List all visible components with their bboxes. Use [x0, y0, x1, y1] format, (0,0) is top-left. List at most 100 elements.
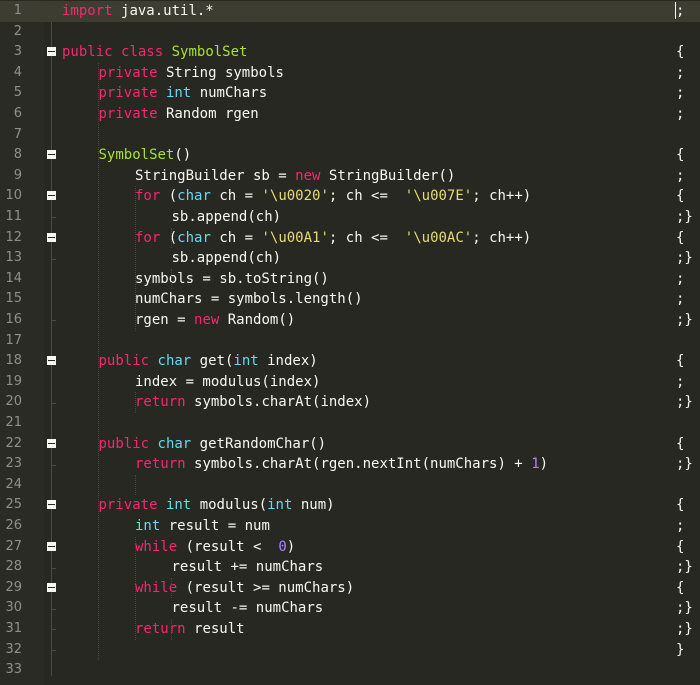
text-caret: [675, 2, 676, 19]
code-line[interactable]: 30 result -= numChars;}: [0, 598, 700, 619]
code-line[interactable]: 24: [0, 475, 700, 496]
code-line[interactable]: 32}: [0, 640, 700, 661]
code-text: symbols = sb.toString(): [135, 270, 329, 287]
line-terminator: ;}: [676, 456, 693, 473]
code-line[interactable]: 31 return result;}: [0, 619, 700, 640]
line-terminator: ;: [676, 3, 685, 19]
fold-rail-tick: [51, 649, 56, 651]
code-line[interactable]: 10 for (char ch = '\u0020'; ch <= '\u007E…: [0, 186, 700, 207]
code-line[interactable]: 29 while (result >= numChars) {: [0, 578, 700, 599]
line-terminator: ;: [676, 270, 685, 287]
line-terminator: ;}: [676, 250, 693, 267]
code-line[interactable]: 15 numChars = symbols.length();: [0, 289, 700, 310]
line-terminator: ;}: [676, 209, 693, 225]
line-number: 20: [5, 394, 22, 410]
code-text: return symbols.charAt(rgen.nextInt(numCh…: [135, 456, 549, 473]
code-line[interactable]: 28 result += numChars;}: [0, 557, 700, 578]
code-text: return symbols.charAt(index): [135, 394, 372, 411]
indent-guide: [171, 577, 172, 599]
fold-toggle-icon[interactable]: [47, 47, 56, 57]
fold-toggle-icon[interactable]: [47, 356, 56, 366]
code-line[interactable]: 27 while (result < 0) {: [0, 537, 700, 558]
code-line[interactable]: 12 for (char ch = '\u00A1'; ch <= '\u00AC…: [0, 228, 700, 249]
code-line[interactable]: 22 public char getRandomChar() {: [0, 434, 700, 455]
line-number: 12: [5, 229, 22, 245]
line-number: 9: [13, 167, 22, 183]
line-number: 19: [5, 373, 22, 389]
fold-toggle-icon[interactable]: [47, 500, 56, 510]
line-terminator: {: [676, 44, 685, 61]
fold-toggle-icon[interactable]: [47, 191, 56, 201]
code-line[interactable]: 14 symbols = sb.toString();: [0, 269, 700, 290]
code-text: index = modulus(index): [135, 373, 321, 390]
line-terminator: ;: [676, 518, 685, 534]
code-line[interactable]: 18 public char get(int index) {: [0, 351, 700, 372]
code-text: private Random rgen: [98, 106, 259, 122]
code-text: public char get(int index): [98, 353, 318, 370]
code-line[interactable]: 4 private String symbols;: [0, 63, 700, 84]
code-text: sb.append(ch): [171, 250, 282, 267]
code-line[interactable]: 33: [0, 660, 700, 681]
indent-guide: [171, 227, 172, 249]
line-number: 6: [13, 106, 22, 121]
line-number: 7: [13, 126, 22, 142]
line-terminator: {: [676, 538, 685, 555]
code-line[interactable]: 5 private int numChars;: [0, 83, 700, 104]
line-terminator: {: [676, 353, 685, 370]
code-line[interactable]: 13 sb.append(ch);}: [0, 248, 700, 269]
indent-guide: [98, 62, 99, 661]
code-text: rgen = new Random(): [135, 312, 296, 328]
fold-toggle-icon[interactable]: [47, 582, 56, 592]
fold-toggle-icon[interactable]: [47, 150, 56, 160]
line-terminator: ;}: [676, 600, 693, 617]
line-number: 3: [13, 44, 22, 60]
line-terminator: }: [676, 641, 685, 658]
line-terminator: {: [676, 579, 685, 596]
code-line[interactable]: 23 return symbols.charAt(rgen.nextInt(num…: [0, 454, 700, 475]
fold-rail-tick: [51, 567, 56, 569]
code-line[interactable]: 9 StringBuilder sb = new StringBuilder();: [0, 166, 700, 187]
code-line[interactable]: 6 private Random rgen;: [0, 104, 700, 125]
code-line[interactable]: 7: [0, 125, 700, 146]
code-line[interactable]: 2: [0, 22, 700, 43]
code-line[interactable]: 3 public class SymbolSet {: [0, 42, 700, 63]
fold-rail-tick: [51, 402, 56, 404]
code-line[interactable]: 16 rgen = new Random();}: [0, 310, 700, 331]
indent-guide: [134, 186, 136, 331]
line-number: 31: [5, 621, 22, 636]
code-line[interactable]: 17: [0, 331, 700, 352]
code-line[interactable]: 20 return symbols.charAt(index);}: [0, 392, 700, 413]
fold-toggle-icon[interactable]: [47, 541, 56, 551]
code-text: while (result < 0): [135, 538, 296, 555]
code-line[interactable]: 26 int result = num;: [0, 516, 700, 537]
indent-guide: [134, 536, 136, 640]
line-number: 22: [5, 435, 22, 451]
line-number: 1: [13, 3, 22, 18]
line-terminator: ;: [676, 64, 685, 81]
line-number: 17: [5, 332, 22, 348]
line-number: 15: [5, 291, 22, 307]
code-line[interactable]: 21: [0, 413, 700, 434]
line-terminator: {: [676, 435, 685, 452]
line-number: 18: [5, 353, 22, 369]
code-line[interactable]: 11 sb.append(ch);}: [0, 207, 700, 228]
fold-rail-tick: [51, 320, 56, 322]
line-terminator: ;: [676, 85, 685, 102]
code-editor[interactable]: 1 import java.util.*; 2 3 public class Symbo…: [0, 0, 700, 685]
line-number: 33: [5, 662, 22, 678]
fold-toggle-icon[interactable]: [47, 232, 56, 242]
code-text: private int numChars: [98, 85, 268, 102]
line-number: 5: [13, 85, 22, 101]
fold-rail-tick: [51, 464, 56, 466]
code-line[interactable]: 25 private int modulus(int num) {: [0, 495, 700, 516]
code-line[interactable]: 1 import java.util.*;: [0, 1, 700, 22]
code-line[interactable]: 19 index = modulus(index);: [0, 372, 700, 393]
line-terminator: {: [676, 147, 685, 164]
indent-guide: [171, 619, 172, 640]
line-terminator: ;}: [676, 559, 693, 576]
fold-toggle-icon[interactable]: [47, 438, 56, 448]
code-text: StringBuilder sb = new StringBuilder(): [135, 167, 456, 184]
line-number: 27: [5, 538, 22, 554]
code-line[interactable]: 8 SymbolSet() {: [0, 145, 700, 166]
code-text: for (char ch = '\u0020'; ch <= '\u007E';…: [135, 188, 532, 205]
